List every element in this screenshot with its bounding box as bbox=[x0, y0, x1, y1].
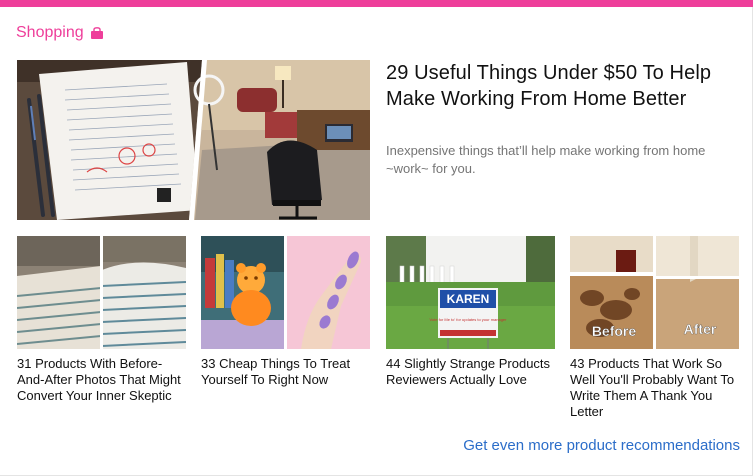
card-image-bear-lamp-nails[interactable] bbox=[201, 236, 370, 349]
hero-description: Inexpensive things that’ll help make wor… bbox=[386, 143, 706, 176]
section-title-label: Shopping bbox=[16, 24, 84, 41]
section-title[interactable]: Shopping bbox=[16, 24, 104, 42]
card-title[interactable]: 31 Products With Before-And-After Photos… bbox=[17, 356, 186, 404]
product-card[interactable]: 31 Products With Before-And-After Photos… bbox=[17, 236, 186, 404]
card-image-before-after-sheets[interactable] bbox=[17, 236, 186, 349]
hero-image[interactable] bbox=[17, 60, 370, 220]
product-card[interactable]: 33 Cheap Things To Treat Yourself To Rig… bbox=[201, 236, 370, 388]
card-title[interactable]: 43 Products That Work So Well You'll Pro… bbox=[570, 356, 739, 420]
after-label: After bbox=[684, 321, 717, 337]
accent-bar bbox=[0, 0, 753, 7]
product-card[interactable]: KAREN Vote for Me to’ for updates to you… bbox=[386, 236, 555, 388]
card-image-carpet-before-after[interactable]: Before After bbox=[570, 236, 739, 349]
hero-title[interactable]: 29 Useful Things Under $50 To Help Make … bbox=[386, 60, 726, 112]
card-title[interactable]: 44 Slightly Strange Products Reviewers A… bbox=[386, 356, 555, 388]
product-card[interactable]: Before After 43 Products That Work So We… bbox=[570, 236, 739, 420]
sign-text: KAREN bbox=[447, 292, 490, 306]
more-recommendations-link[interactable]: Get even more product recommendations bbox=[463, 437, 740, 454]
before-label: Before bbox=[592, 323, 637, 339]
card-image-karen-sign[interactable]: KAREN Vote for Me to’ for updates to you… bbox=[386, 236, 555, 349]
shopping-module: Shopping 29 Useful Things Under $50 To H… bbox=[0, 0, 753, 476]
shopping-bag-icon bbox=[90, 27, 104, 39]
card-title[interactable]: 33 Cheap Things To Treat Yourself To Rig… bbox=[201, 356, 370, 388]
sign-subtext: Vote for Me to’ for updates to your mana… bbox=[429, 317, 507, 322]
